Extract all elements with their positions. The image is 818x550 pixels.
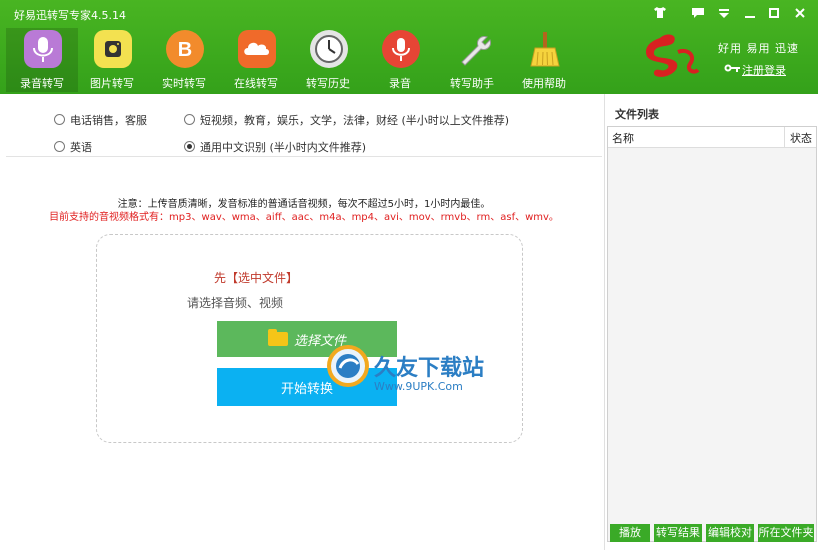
dropdown-icon[interactable] bbox=[714, 4, 734, 24]
app-title: 好易迅转写专家4.5.14 bbox=[14, 9, 126, 22]
maximize-icon[interactable] bbox=[764, 4, 784, 24]
option-label: 电话销售，客服 bbox=[70, 114, 147, 127]
nav-online-transcribe[interactable]: 在线转写 bbox=[220, 28, 292, 92]
nav-help[interactable]: 使用帮助 bbox=[508, 28, 580, 92]
watermark-logo-icon bbox=[327, 345, 369, 387]
close-icon[interactable] bbox=[790, 4, 810, 24]
choose-media-prompt: 请选择音频、视频 bbox=[187, 296, 284, 310]
file-actions: 播放 转写结果 编辑校对 所在文件夹 bbox=[604, 524, 818, 544]
column-status[interactable]: 状态 bbox=[790, 130, 812, 146]
brand-logo bbox=[640, 30, 710, 90]
svg-text:B: B bbox=[178, 39, 192, 61]
start-convert-button[interactable]: 开始转换 bbox=[217, 368, 397, 406]
nav-record[interactable]: 录音 bbox=[364, 28, 436, 92]
nav-image-transcribe[interactable]: 图片转写 bbox=[76, 28, 148, 92]
column-divider[interactable] bbox=[784, 127, 785, 147]
edit-proof-button[interactable]: 编辑校对 bbox=[706, 524, 754, 542]
shirt-icon[interactable] bbox=[650, 4, 670, 24]
nav-label: 在线转写 bbox=[234, 77, 278, 90]
cloud-icon bbox=[238, 30, 276, 68]
key-icon bbox=[724, 62, 740, 77]
main-panel: 电话销售，客服 短视频，教育，娱乐，文学，法律，财经 (半小时以上文件推荐) 英… bbox=[6, 94, 602, 550]
nav-history[interactable]: 转写历史 bbox=[292, 28, 364, 92]
watermark-url: Www.9UPK.Com bbox=[374, 380, 463, 393]
option-phone-sales[interactable]: 电话销售，客服 bbox=[54, 112, 147, 128]
nav-label: 实时转写 bbox=[162, 77, 206, 90]
brand-slogan: 好用 易用 迅速 bbox=[718, 42, 799, 55]
nav-label: 转写助手 bbox=[450, 77, 494, 90]
mic-icon bbox=[382, 30, 420, 68]
option-english[interactable]: 英语 bbox=[54, 139, 92, 155]
camera-icon bbox=[94, 30, 132, 68]
register-login-label[interactable]: 注册登录 bbox=[742, 64, 786, 77]
nav-label: 图片转写 bbox=[90, 77, 134, 90]
option-general-chinese[interactable]: 通用中文识别 (半小时内文件推荐) bbox=[184, 139, 366, 155]
select-file-button[interactable]: 选择文件 bbox=[217, 321, 397, 357]
watermark: 久友下载站 Www.9UPK.Com bbox=[326, 344, 484, 393]
option-short-video[interactable]: 短视频，教育，娱乐，文学，法律，财经 (半小时以上文件推荐) bbox=[184, 112, 509, 128]
nav-record-transcribe[interactable]: 录音转写 bbox=[6, 28, 78, 92]
radio-button[interactable] bbox=[184, 114, 195, 125]
play-button[interactable]: 播放 bbox=[610, 524, 650, 542]
column-name[interactable]: 名称 bbox=[612, 130, 634, 146]
minimize-icon[interactable] bbox=[740, 4, 760, 24]
nav-label: 转写历史 bbox=[306, 77, 350, 90]
microphone-icon bbox=[24, 30, 62, 68]
radio-button[interactable] bbox=[54, 141, 65, 152]
file-list-title: 文件列表 bbox=[615, 108, 659, 121]
select-file-prompt: 先【选中文件】 bbox=[214, 271, 299, 285]
nav-realtime-transcribe[interactable]: B 实时转写 bbox=[148, 28, 220, 92]
b-icon: B bbox=[166, 30, 204, 68]
nav-label: 使用帮助 bbox=[522, 77, 566, 90]
file-list-header: 名称 状态 bbox=[608, 127, 816, 148]
radio-button[interactable] bbox=[54, 114, 65, 125]
supported-formats: 目前支持的音视频格式有：mp3、wav、wma、aiff、aac、m4a、mp4… bbox=[49, 212, 559, 223]
title-bar: 好易迅转写专家4.5.14 录音转写 图片转写 B 实时转写 在线转写 转写历史… bbox=[0, 0, 818, 94]
message-icon[interactable] bbox=[688, 4, 708, 24]
nav-assistant[interactable]: 转写助手 bbox=[436, 28, 508, 92]
nav-label: 录音 bbox=[389, 77, 411, 90]
clock-icon bbox=[310, 30, 348, 68]
option-label: 英语 bbox=[70, 141, 92, 154]
file-drop-zone[interactable]: 先【选中文件】 请选择音频、视频 选择文件 开始转换 bbox=[96, 234, 523, 443]
broom-icon bbox=[526, 30, 564, 68]
option-label: 短视频，教育，娱乐，文学，法律，财经 (半小时以上文件推荐) bbox=[200, 114, 510, 127]
divider bbox=[6, 156, 602, 157]
register-login-link[interactable]: 注册登录 bbox=[724, 62, 786, 78]
open-folder-button[interactable]: 所在文件夹 bbox=[758, 524, 814, 542]
radio-button-selected[interactable] bbox=[184, 141, 195, 152]
folder-icon bbox=[267, 329, 288, 346]
wrench-icon bbox=[454, 30, 492, 68]
watermark-title: 久友下载站 bbox=[374, 356, 485, 381]
file-list-table[interactable]: 名称 状态 bbox=[607, 126, 817, 542]
result-button[interactable]: 转写结果 bbox=[654, 524, 702, 542]
option-label: 通用中文识别 (半小时内文件推荐) bbox=[200, 141, 367, 154]
file-list-panel: 文件列表 名称 状态 bbox=[604, 94, 818, 550]
nav-label: 录音转写 bbox=[20, 77, 64, 90]
